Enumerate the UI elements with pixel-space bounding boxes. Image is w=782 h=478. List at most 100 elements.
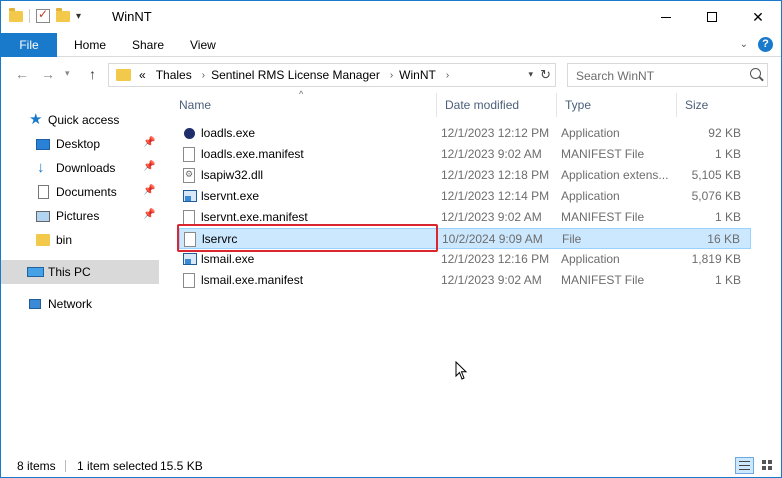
breadcrumb-overflow[interactable]: « [139,68,146,82]
pin-icon[interactable]: 📌 [143,209,155,220]
pin-icon[interactable]: 📌 [143,161,155,172]
sidebar-item-pictures[interactable]: Pictures 📌 [1,204,159,228]
title-bar: ▾ WinNT ✕ [1,1,781,33]
file-name: lsmail.exe.manifest [201,273,304,287]
file-size: 1 KB [714,210,741,224]
sidebar-item-bin[interactable]: bin [1,228,159,252]
tab-home[interactable]: Home [63,33,117,57]
file-name: loadls.exe.manifest [201,147,304,161]
expand-ribbon-chevron-icon[interactable]: ⌄ [740,39,748,50]
up-arrow-icon[interactable]: ↑ [89,66,96,82]
recent-locations-chevron-icon[interactable]: ▾ [65,68,70,79]
column-type[interactable]: Type [557,93,677,117]
breadcrumb-winnt[interactable]: WinNT [399,68,436,82]
file-date: 12/1/2023 12:16 PM [441,252,550,266]
breadcrumb-chevron-icon[interactable]: › [390,70,393,81]
downloads-icon: ↓ [37,159,45,176]
table-row[interactable]: lservnt.exe 12/1/2023 12:14 PM Applicati… [179,186,751,207]
sidebar-item-documents[interactable]: Documents 📌 [1,180,159,204]
column-size[interactable]: Size [677,93,757,117]
breadcrumb-sentinel[interactable]: Sentinel RMS License Manager [211,68,380,82]
computer-icon [27,267,44,277]
file-size: 1 KB [714,147,741,161]
address-bar[interactable]: « Thales › Sentinel RMS License Manager … [108,63,556,87]
maximize-icon [707,12,717,22]
back-arrow-icon[interactable]: ← [15,66,29,82]
file-name: lsapiw32.dll [201,168,264,182]
minimize-icon [661,16,671,18]
maximize-button[interactable] [689,1,735,33]
tab-view[interactable]: View [179,33,227,57]
annotation-highlight-box [177,224,438,252]
sidebar-item-desktop[interactable]: Desktop 📌 [1,132,159,156]
file-size: 1 KB [714,273,741,287]
sidebar-item-downloads[interactable]: ↓ Downloads 📌 [1,156,159,180]
close-button[interactable]: ✕ [735,1,781,33]
pictures-icon [36,210,50,222]
file-size: 5,076 KB [691,189,741,203]
cursor-arrow [455,361,468,380]
file-icon [183,273,195,288]
address-dropdown-chevron-icon[interactable]: ▾ [528,69,533,80]
file-type: Application [561,126,620,140]
sidebar-item-label: bin [56,233,73,247]
new-folder-icon[interactable] [56,7,70,22]
help-icon[interactable]: ? [758,37,773,52]
window-title: WinNT [112,9,152,24]
sidebar-item-label: Quick access [48,113,120,127]
file-type: Application [561,189,620,203]
column-header: ^ Name Date modified Type Size [171,89,769,117]
breadcrumb-chevron-icon[interactable]: › [446,70,449,81]
pin-icon[interactable]: 📌 [143,185,155,196]
toolbar-separator [29,9,30,23]
search-input[interactable]: Search WinNT [567,63,768,87]
file-type: MANIFEST File [561,210,645,224]
sidebar-item-label: Downloads [56,161,116,175]
column-name[interactable]: Name [171,93,437,117]
sidebar-item-this-pc[interactable]: This PC [1,260,159,284]
minimize-button[interactable] [643,1,689,33]
exe-icon [183,190,197,202]
table-row[interactable]: loadls.exe 12/1/2023 12:12 PM Applicatio… [179,123,751,144]
file-name: loadls.exe [201,126,256,140]
search-icon[interactable] [750,68,761,79]
folder-icon[interactable] [9,7,23,22]
sidebar-item-quick-access[interactable]: ★ Quick access [1,108,159,132]
forward-arrow-icon[interactable]: → [41,66,55,82]
file-date: 12/1/2023 9:02 AM [441,210,542,224]
status-bar: 8 items 1 item selected 15.5 KB [1,453,781,477]
breadcrumb-chevron-icon[interactable]: › [202,70,205,81]
large-icons-view-icon[interactable] [758,457,777,474]
table-row[interactable]: lsmail.exe.manifest 12/1/2023 9:02 AM MA… [179,270,751,291]
table-row[interactable]: lsmail.exe 12/1/2023 12:16 PM Applicatio… [179,249,751,270]
file-size: 92 KB [708,126,741,140]
customize-toolbar-chevron-icon[interactable]: ▾ [76,11,81,22]
file-size: 5,105 KB [691,168,741,182]
selection-count: 1 item selected [77,459,158,473]
navigation-bar: ← → ▾ ↑ « Thales › Sentinel RMS License … [1,58,781,92]
search-placeholder: Search WinNT [576,69,655,83]
file-date: 12/1/2023 9:02 AM [441,147,542,161]
details-view-icon[interactable] [735,457,754,474]
sidebar-item-network[interactable]: Network [1,292,159,316]
star-icon: ★ [29,111,43,128]
properties-icon[interactable] [36,7,50,23]
close-icon: ✕ [752,8,764,25]
column-date-modified[interactable]: Date modified [437,93,557,117]
file-date: 10/2/2024 9:09 AM [442,232,543,246]
table-row[interactable]: loadls.exe.manifest 12/1/2023 9:02 AM MA… [179,144,751,165]
documents-icon [38,185,49,199]
refresh-icon[interactable]: ↻ [540,67,551,83]
breadcrumb-thales[interactable]: Thales [156,68,192,82]
table-row[interactable]: lsapiw32.dll 12/1/2023 12:18 PM Applicat… [179,165,751,186]
file-date: 12/1/2023 12:14 PM [441,189,550,203]
tab-file[interactable]: File [1,33,57,57]
sidebar-item-label: This PC [48,265,91,279]
sidebar-item-label: Network [48,297,93,311]
exe-icon [183,253,197,265]
pin-icon[interactable]: 📌 [143,137,155,148]
file-date: 12/1/2023 12:18 PM [441,168,550,182]
file-size: 16 KB [707,232,740,246]
tab-share[interactable]: Share [121,33,175,57]
ribbon-right-controls: ⌄ ? [740,37,773,52]
